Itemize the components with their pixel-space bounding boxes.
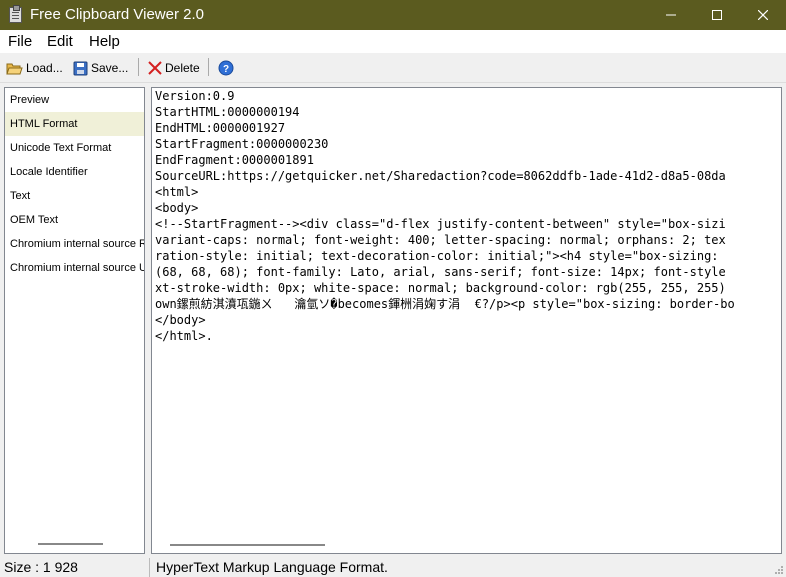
- save-button[interactable]: Save...: [73, 58, 128, 78]
- status-format-description: HyperText Markup Language Format.: [156, 559, 388, 575]
- content-line: <!--StartFragment--><div class="d-flex j…: [155, 217, 726, 231]
- maximize-button[interactable]: [694, 0, 740, 30]
- content-line: EndFragment:0000001891: [155, 153, 314, 167]
- open-folder-icon: [6, 63, 23, 74]
- format-item-chromium-rfh[interactable]: Chromium internal source RFH token: [5, 232, 144, 256]
- format-item-html-format[interactable]: HTML Format: [5, 112, 144, 136]
- delete-label: Delete: [165, 61, 200, 75]
- toolbar: Load... Save... Delete ?: [0, 53, 786, 83]
- content-line: StartFragment:0000000230: [155, 137, 329, 151]
- help-icon: ?: [218, 60, 234, 76]
- format-item-preview[interactable]: Preview: [5, 88, 144, 112]
- minimize-icon: [666, 14, 676, 16]
- toolbar-separator: [208, 58, 209, 76]
- content-line: EndHTML:0000001927: [155, 121, 286, 135]
- close-icon: [758, 10, 768, 20]
- content-line: </body>: [155, 313, 206, 327]
- content-line: own鏍煎紡淇濆瓨鍦ㄨ 瀹氫ソ�becomes鍕栦涓婅す涓 €?/p><p st…: [155, 297, 735, 311]
- format-item-oem-text[interactable]: OEM Text: [5, 208, 144, 232]
- maximize-icon: [712, 10, 722, 20]
- close-button[interactable]: [740, 0, 786, 30]
- toolbar-separator: [138, 58, 139, 76]
- title-bar[interactable]: Free Clipboard Viewer 2.0: [0, 0, 786, 30]
- clipboard-icon: [9, 5, 22, 23]
- menu-edit[interactable]: Edit: [47, 33, 73, 50]
- content-line: xt-stroke-width: 0px; white-space: norma…: [155, 281, 726, 295]
- list-horizontal-scrollbar[interactable]: [38, 543, 103, 545]
- content-horizontal-scrollbar[interactable]: [170, 544, 325, 546]
- content-view[interactable]: Version:0.9 StartHTML:0000000194 EndHTML…: [151, 87, 782, 554]
- window-title: Free Clipboard Viewer 2.0: [30, 6, 204, 23]
- format-item-unicode-text[interactable]: Unicode Text Format: [5, 136, 144, 160]
- content-line: </html>.: [155, 329, 213, 343]
- help-button[interactable]: ?: [218, 58, 234, 78]
- svg-text:?: ?: [223, 64, 229, 75]
- load-label: Load...: [26, 61, 63, 75]
- content-line: variant-caps: normal; font-weight: 400; …: [155, 233, 726, 247]
- content-line: SourceURL:https://getquicker.net/Shareda…: [155, 169, 726, 183]
- delete-x-icon: [148, 61, 162, 75]
- floppy-disk-icon: [73, 61, 88, 75]
- format-item-text[interactable]: Text: [5, 184, 144, 208]
- menu-help[interactable]: Help: [89, 33, 120, 50]
- format-item-chromium-url[interactable]: Chromium internal source URL: [5, 256, 144, 280]
- menu-bar: File Edit Help: [0, 30, 786, 53]
- content-line: Version:0.9: [155, 89, 235, 103]
- status-divider: [149, 558, 150, 577]
- format-item-locale-identifier[interactable]: Locale Identifier: [5, 160, 144, 184]
- menu-file[interactable]: File: [8, 33, 32, 50]
- delete-button[interactable]: Delete: [148, 58, 200, 78]
- content-line: <body>: [155, 201, 199, 215]
- content-line: ration-style: initial; text-decoration-c…: [155, 249, 719, 263]
- save-label: Save...: [91, 61, 129, 75]
- content-line: <html>: [155, 185, 199, 199]
- status-size: Size : 1 928: [4, 559, 78, 575]
- load-button[interactable]: Load...: [6, 58, 63, 78]
- content-line: (68, 68, 68); font-family: Lato, arial, …: [155, 265, 726, 279]
- status-bar: Size : 1 928 HyperText Markup Language F…: [0, 558, 786, 577]
- resize-grip-icon[interactable]: [774, 565, 784, 575]
- content-line: StartHTML:0000000194: [155, 105, 300, 119]
- format-list[interactable]: Preview HTML Format Unicode Text Format …: [4, 87, 145, 554]
- minimize-button[interactable]: [648, 0, 694, 30]
